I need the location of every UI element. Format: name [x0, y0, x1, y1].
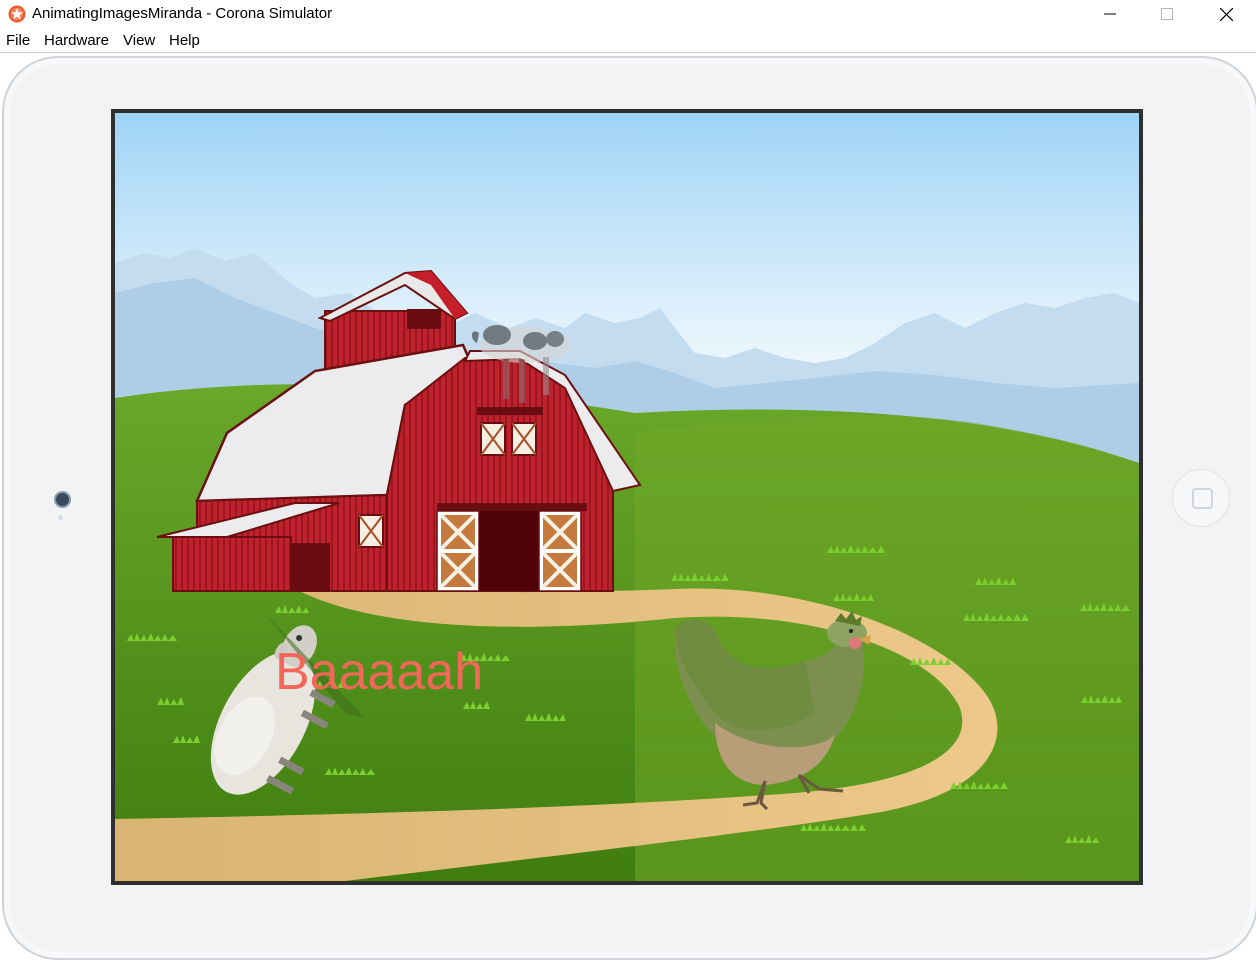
sound-effect-text: Baaaaah [275, 643, 484, 701]
title-bar: AnimatingImagesMiranda - Corona Simulato… [0, 0, 1256, 28]
menu-view[interactable]: View [123, 32, 155, 49]
window-title: AnimatingImagesMiranda - Corona Simulato… [32, 5, 333, 22]
minimize-button[interactable] [1087, 0, 1133, 28]
menu-file[interactable]: File [6, 32, 30, 49]
menu-hardware[interactable]: Hardware [44, 32, 109, 49]
maximize-icon [1161, 8, 1173, 20]
minimize-icon [1104, 13, 1116, 15]
maximize-button[interactable] [1144, 0, 1190, 28]
device-camera-icon [54, 491, 71, 508]
app-screen: Baaaaah [111, 109, 1143, 885]
home-button-icon [1192, 488, 1213, 509]
home-button[interactable] [1172, 469, 1230, 527]
menu-bar: File Hardware View Help [0, 28, 1256, 53]
menu-help[interactable]: Help [169, 32, 200, 49]
close-button[interactable] [1203, 0, 1249, 28]
close-icon [1219, 7, 1233, 21]
farm-scene [115, 113, 1139, 881]
corona-app-icon [8, 5, 26, 23]
device-sensor [58, 515, 63, 520]
